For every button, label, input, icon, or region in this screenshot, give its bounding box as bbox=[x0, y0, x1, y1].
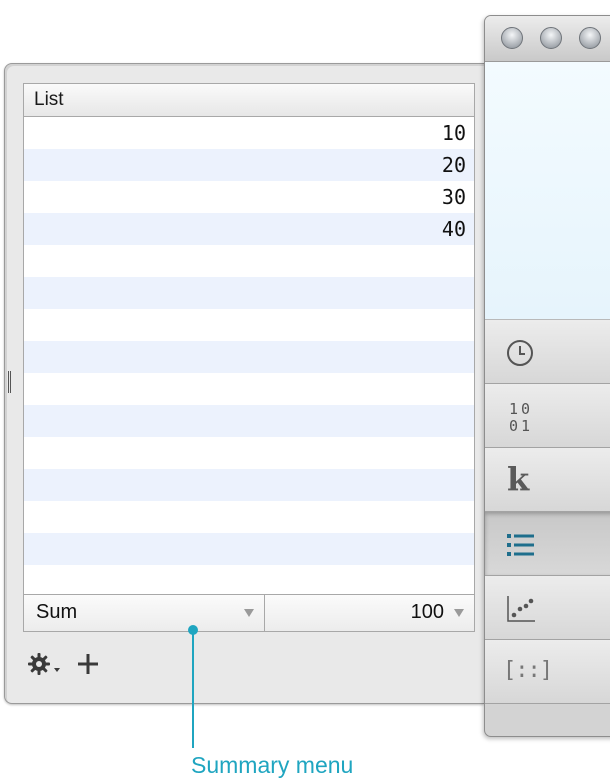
tab-programmer[interactable]: 10 01 bbox=[485, 384, 610, 448]
zoom-window-button[interactable] bbox=[579, 27, 601, 49]
list-rows: 10 20 30 40 bbox=[24, 117, 474, 597]
list-header-label: List bbox=[34, 89, 64, 110]
calculator-display bbox=[485, 62, 610, 320]
list-icon bbox=[505, 530, 537, 565]
drawer-resize-handle[interactable] bbox=[8, 371, 11, 393]
list-row[interactable] bbox=[24, 469, 474, 501]
list-row[interactable] bbox=[24, 373, 474, 405]
matrix-icon: [::] bbox=[503, 658, 553, 683]
plus-icon bbox=[77, 653, 99, 675]
list-column-header[interactable]: List bbox=[24, 84, 474, 117]
tab-history[interactable] bbox=[485, 320, 610, 384]
list-row[interactable]: 20 bbox=[24, 149, 474, 181]
list-row[interactable] bbox=[24, 309, 474, 341]
summary-menu[interactable]: Sum bbox=[24, 595, 265, 631]
list-row[interactable] bbox=[24, 405, 474, 437]
list-drawer: List 10 20 30 40 Sum 100 bbox=[4, 63, 484, 704]
summary-bar: Sum 100 bbox=[24, 594, 474, 631]
list-view: List 10 20 30 40 Sum 100 bbox=[23, 83, 475, 632]
minimize-window-button[interactable] bbox=[540, 27, 562, 49]
tab-statistics[interactable] bbox=[485, 576, 610, 640]
list-row[interactable]: 30 bbox=[24, 181, 474, 213]
add-button[interactable] bbox=[77, 653, 99, 675]
chevron-down-icon bbox=[244, 609, 254, 617]
list-row[interactable] bbox=[24, 565, 474, 597]
settings-menu-button[interactable] bbox=[27, 651, 63, 677]
gear-icon bbox=[27, 651, 63, 677]
list-row[interactable]: 10 bbox=[24, 117, 474, 149]
k-icon: k bbox=[507, 460, 530, 498]
list-row[interactable] bbox=[24, 533, 474, 565]
close-window-button[interactable] bbox=[501, 27, 523, 49]
scatter-icon bbox=[505, 594, 537, 629]
summary-value-menu[interactable]: 100 bbox=[265, 595, 474, 631]
tab-constants[interactable]: k bbox=[485, 448, 610, 512]
list-row[interactable] bbox=[24, 277, 474, 309]
summary-value: 100 bbox=[410, 601, 444, 623]
title-bar bbox=[485, 16, 610, 62]
sidebar-tabs: 10 01 k [::] bbox=[485, 320, 610, 704]
callout-line bbox=[192, 630, 194, 748]
tab-list[interactable] bbox=[485, 512, 610, 576]
list-row[interactable] bbox=[24, 501, 474, 533]
list-row[interactable] bbox=[24, 245, 474, 277]
callout-label: Summary menu bbox=[191, 752, 354, 778]
list-row[interactable] bbox=[24, 341, 474, 373]
drawer-toolbar bbox=[27, 649, 99, 679]
list-row[interactable]: 40 bbox=[24, 213, 474, 245]
tab-matrix[interactable]: [::] bbox=[485, 640, 610, 704]
binary-icon: 10 01 bbox=[509, 400, 534, 435]
summary-menu-label: Sum bbox=[36, 601, 78, 623]
clock-icon bbox=[505, 338, 535, 373]
list-row[interactable] bbox=[24, 437, 474, 469]
calculator-window: 10 01 k [::] bbox=[484, 15, 610, 737]
chevron-down-icon bbox=[454, 609, 464, 617]
